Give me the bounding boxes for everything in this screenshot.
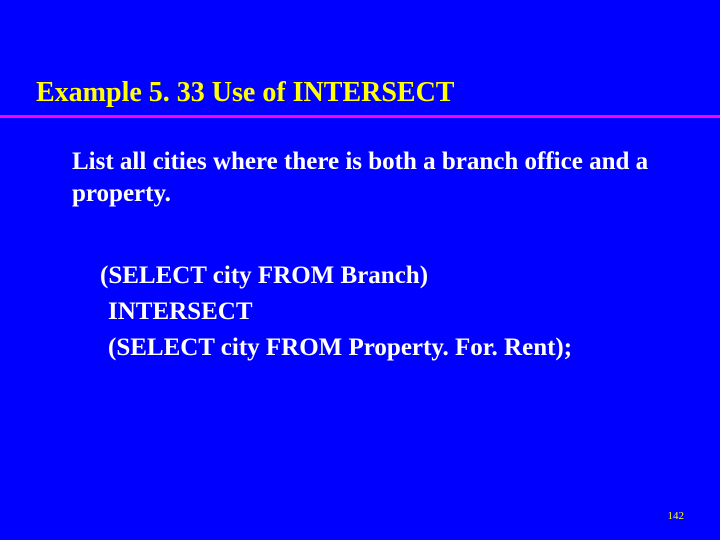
slide-title: Example 5. 33 Use of INTERSECT xyxy=(36,78,684,109)
slide-content: List all cities where there is both a br… xyxy=(0,118,720,367)
title-area: Example 5. 33 Use of INTERSECT xyxy=(0,0,720,109)
code-line-3: (SELECT city FROM Property. For. Rent); xyxy=(100,330,660,366)
code-block: (SELECT city FROM Branch) INTERSECT (SEL… xyxy=(100,258,660,367)
code-line-1: (SELECT city FROM Branch) xyxy=(100,258,660,294)
code-line-2: INTERSECT xyxy=(100,294,660,330)
description-text: List all cities where there is both a br… xyxy=(72,146,660,210)
page-number: 142 xyxy=(668,510,685,522)
